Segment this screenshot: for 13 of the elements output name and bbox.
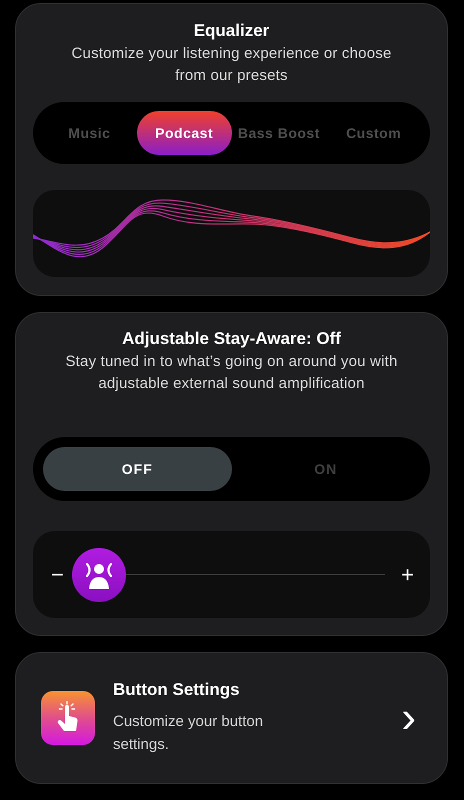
decrease-button[interactable]: − (51, 564, 64, 586)
increase-button[interactable]: + (401, 564, 414, 586)
settings-title: Button Settings (113, 680, 241, 700)
tap-hand-icon (41, 691, 95, 745)
card-title: Equalizer (194, 20, 270, 42)
card-title: Adjustable Stay-Aware: Off (122, 328, 341, 350)
card-subtitle: Customize your listening experience or choose from our presets (70, 44, 392, 86)
button-settings-card[interactable]: Button Settings Customize your button settings. › (15, 652, 448, 784)
mode-option[interactable]: OFF (43, 447, 232, 491)
chevron-icon[interactable]: › (401, 700, 416, 736)
settings-description: Customize your button settings. (113, 712, 264, 755)
preset-tab[interactable]: Podcast (136, 111, 232, 155)
card-subtitle: Stay tuned in to what’s going on around you with adjustable external sound amplification (64, 352, 399, 394)
